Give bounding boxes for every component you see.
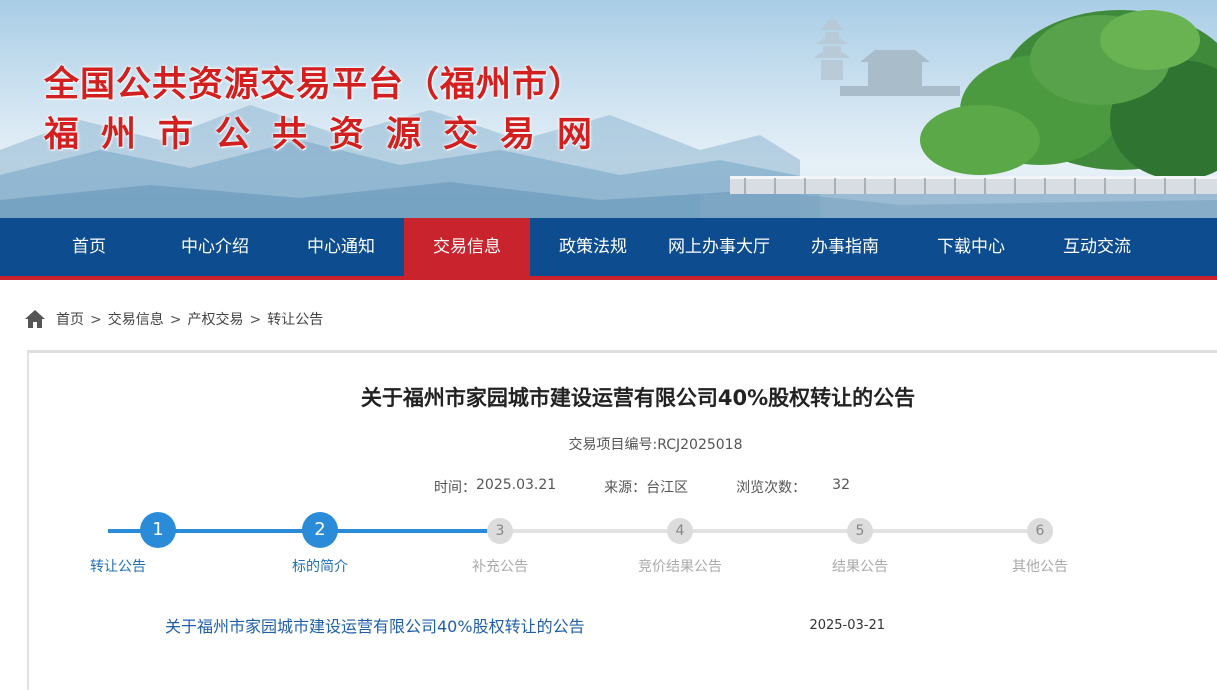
step-label-4[interactable]: 竞价结果公告: [610, 544, 750, 576]
article-title: 关于福州市家园城市建设运营有限公司40%股权转让的公告: [360, 386, 916, 410]
progress-steps: 1 转让公告 2 标的简介 3 补充公告 4 竞价结果公告 5 结果公告 6 其他公告: [0, 510, 1217, 590]
step-label-text: 结果公告: [832, 559, 888, 575]
step-circle: 2: [302, 512, 338, 548]
nav-item-6[interactable]: 办事指南: [782, 218, 908, 276]
step-4[interactable]: 4: [610, 510, 750, 544]
nav-item-3[interactable]: 交易信息: [404, 218, 530, 276]
breadcrumb-item-3[interactable]: 转让公告: [267, 312, 323, 328]
notice-date: 2025-03-21: [809, 617, 885, 633]
step-label-text: 补充公告: [472, 559, 528, 575]
step-circle: 6: [1027, 518, 1053, 544]
source-label: 来源：: [604, 480, 647, 496]
breadcrumb-trail: 首页 > 交易信息 > 产权交易 > 转让公告: [56, 309, 323, 329]
project-code: 交易项目编号:RCJ2025018: [568, 437, 743, 453]
step-label-text: 竞价结果公告: [638, 559, 722, 575]
breadcrumb-item-2[interactable]: 产权交易: [187, 312, 243, 328]
views-label: 浏览次数：: [736, 480, 807, 496]
notice-link[interactable]: 关于福州市家园城市建设运营有限公司40%股权转让的公告: [165, 613, 585, 637]
step-3[interactable]: 3: [430, 510, 570, 544]
breadcrumb-item-1[interactable]: 交易信息: [108, 312, 164, 328]
time-value: 2025.03.21: [476, 477, 557, 493]
list-item: 关于福州市家园城市建设运营有限公司40%股权转让的公告 2025-03-21: [165, 612, 885, 638]
step-5[interactable]: 5: [790, 510, 930, 544]
site-banner: 全国公共资源交易平台（福州市） 福州市公共资源交易网: [0, 0, 1217, 218]
breadcrumb-separator: >: [249, 312, 262, 328]
site-title-line2: 福州市公共资源交易网: [44, 115, 615, 155]
nav-item-5[interactable]: 网上办事大厅: [656, 218, 782, 276]
step-label-2[interactable]: 标的简介: [250, 548, 390, 576]
main-nav: 首页 中心介绍 中心通知 交易信息 政策法规 网上办事大厅 办事指南 下载中心 互动交流: [0, 218, 1217, 280]
step-label-text: 其他公告: [1012, 559, 1068, 575]
article-meta: 时间： 2025.03.21 来源： 台江区 浏览次数： 32: [434, 477, 850, 497]
nav-item-1[interactable]: 中心介绍: [152, 218, 278, 276]
step-1[interactable]: 1: [88, 510, 228, 548]
step-label-3[interactable]: 补充公告: [430, 544, 570, 576]
step-6[interactable]: 6: [970, 510, 1110, 544]
source-value: 台江区: [646, 480, 689, 496]
nav-item-4[interactable]: 政策法规: [530, 218, 656, 276]
nav-item-7[interactable]: 下载中心: [908, 218, 1034, 276]
breadcrumb-separator: >: [90, 312, 102, 328]
step-label-text: 标的简介: [292, 559, 348, 575]
breadcrumb-item-0[interactable]: 首页: [56, 312, 84, 328]
step-label-text: 转让公告: [90, 559, 146, 575]
views-value: 32: [832, 477, 850, 493]
step-circle: 1: [140, 512, 176, 548]
step-label-5[interactable]: 结果公告: [790, 544, 930, 576]
step-2[interactable]: 2: [250, 510, 390, 548]
nav-item-8[interactable]: 互动交流: [1034, 218, 1160, 276]
breadcrumb-separator: >: [169, 312, 182, 328]
step-circle: 4: [667, 518, 693, 544]
step-label-6[interactable]: 其他公告: [970, 544, 1110, 576]
step-connector-todo: [488, 529, 1050, 533]
site-title-line1: 全国公共资源交易平台（福州市）: [44, 65, 585, 105]
nav-item-0[interactable]: 首页: [26, 218, 152, 276]
step-circle: 5: [847, 518, 873, 544]
breadcrumb: 首页 > 交易信息 > 产权交易 > 转让公告: [24, 306, 323, 332]
home-icon[interactable]: [24, 309, 46, 329]
nav-item-2[interactable]: 中心通知: [278, 218, 404, 276]
step-label-1[interactable]: 转让公告: [48, 548, 188, 576]
time-label: 时间：: [434, 480, 476, 496]
step-circle: 3: [487, 518, 513, 544]
